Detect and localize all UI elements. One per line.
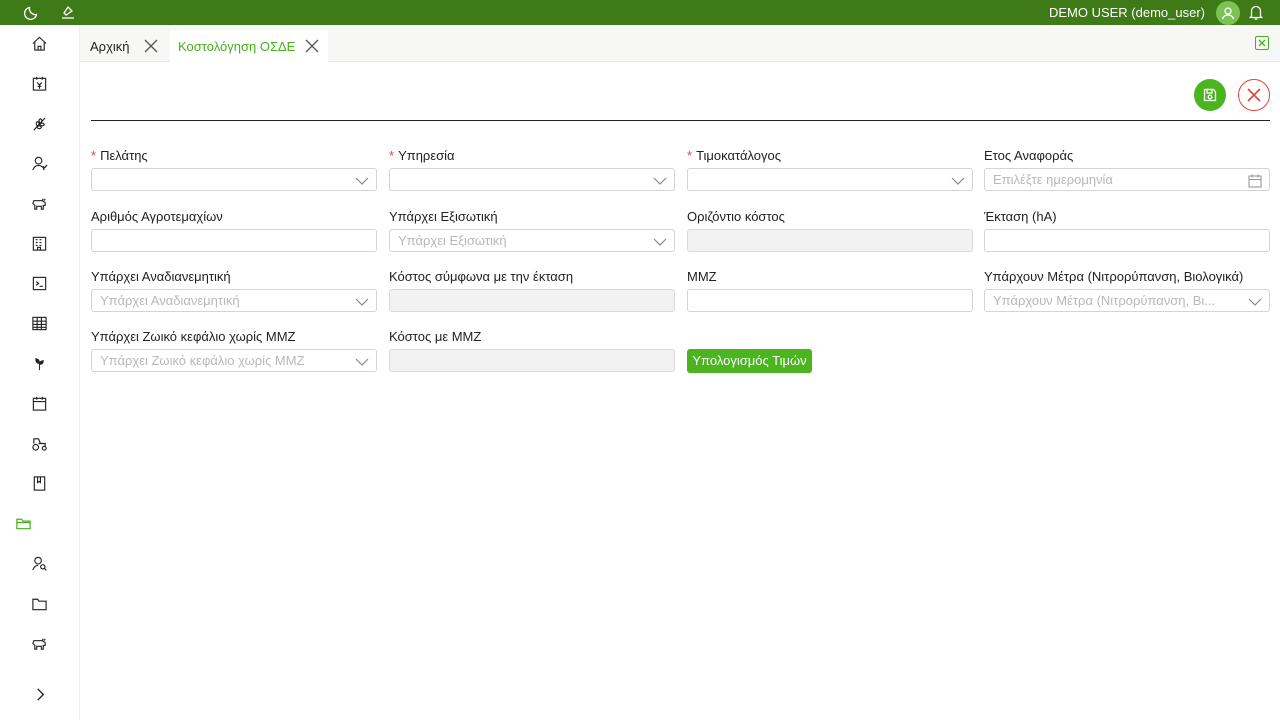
cow-icon[interactable]	[29, 193, 49, 213]
save-button[interactable]	[1194, 79, 1226, 111]
tab-label: Κοστολόγηση ΟΣΔΕ	[178, 38, 296, 54]
calculate-prices-button[interactable]: Υπολογισμός Τιμών	[687, 349, 812, 373]
chevron-down-icon	[355, 173, 369, 187]
service-select[interactable]	[389, 168, 675, 191]
measures-label: Υπάρχουν Μέτρα (Νιτρορύπανση, Βιολογικά)	[984, 269, 1244, 284]
close-icon	[1247, 88, 1261, 102]
measures-select[interactable]: Υπάρχουν Μέτρα (Νιτρορύπανση, Βι...	[984, 289, 1270, 312]
chevron-down-icon	[653, 173, 667, 187]
chevron-down-icon	[653, 234, 667, 248]
excel-icon[interactable]	[1255, 36, 1269, 50]
area-input[interactable]	[984, 229, 1270, 252]
redistributive-placeholder: Υπάρχει Αναδιανεμητική	[100, 293, 240, 308]
user-name[interactable]: DEMO USER (demo_user)	[1049, 0, 1205, 25]
ref-year-label: Ετος Αναφοράς	[984, 148, 1074, 163]
home-icon[interactable]	[29, 33, 49, 53]
chevron-down-icon	[1248, 294, 1262, 308]
save-icon	[1203, 88, 1217, 102]
tab-label: Αρχική	[90, 38, 130, 54]
mmz-label: ΜΜΖ	[687, 269, 717, 284]
tab-home[interactable]: Αρχική	[80, 30, 170, 62]
customer-select[interactable]	[91, 168, 377, 191]
area-cost-input	[389, 289, 675, 312]
area-cost-label: Κόστος σύμφωνα με την έκταση	[389, 269, 574, 284]
ref-year-datepicker[interactable]: Επιλέξτε ημερομηνία	[984, 168, 1270, 191]
equalizing-label: Υπάρχει Εξισωτική	[389, 209, 498, 224]
close-icon[interactable]	[144, 39, 158, 53]
top-bar: DEMO USER (demo_user)	[0, 0, 1280, 25]
ref-year-placeholder: Επιλέξτε ημερομηνία	[993, 172, 1113, 187]
livestock-placeholder: Υπάρχει Ζωικό κεφάλιο χωρίς ΜΜΖ	[100, 353, 305, 368]
mmz-cost-input	[389, 349, 675, 372]
chevron-down-icon	[951, 173, 965, 187]
building-icon[interactable]	[29, 233, 49, 253]
wheat-icon[interactable]	[29, 113, 49, 133]
folder-icon-active[interactable]	[13, 513, 33, 533]
bell-icon[interactable]	[1248, 3, 1264, 21]
pricelist-label: * Τιμοκατάλογος	[687, 148, 781, 163]
horizontal-cost-input	[687, 229, 973, 252]
redistributive-select[interactable]: Υπάρχει Αναδιανεμητική	[91, 289, 377, 312]
moon-icon[interactable]	[22, 2, 42, 22]
avatar[interactable]	[1216, 1, 1240, 25]
equalizing-placeholder: Υπάρχει Εξισωτική	[398, 233, 507, 248]
customer-label: * Πελάτης	[91, 148, 148, 163]
parcels-count-label: Αριθμός Αγροτεμαχίων	[91, 209, 223, 224]
user-icon[interactable]	[29, 153, 49, 173]
calendar-icon[interactable]	[29, 393, 49, 413]
user-search-icon[interactable]	[29, 553, 49, 573]
yen-calendar-icon[interactable]	[29, 73, 49, 93]
calendar-icon	[1248, 173, 1262, 188]
chevron-right-icon[interactable]	[30, 684, 50, 704]
book-icon[interactable]	[29, 473, 49, 493]
pricelist-select[interactable]	[687, 168, 973, 191]
mmz-input[interactable]	[687, 289, 973, 312]
mmz-cost-label: Κόστος με ΜΜΖ	[389, 329, 482, 344]
chevron-down-icon	[355, 294, 369, 308]
measures-placeholder: Υπάρχουν Μέτρα (Νιτρορύπανση, Βι...	[993, 293, 1216, 308]
livestock-label: Υπάρχει Ζωικό κεφάλιο χωρίς ΜΜΖ	[91, 329, 296, 344]
livestock-select[interactable]: Υπάρχει Ζωικό κεφάλιο χωρίς ΜΜΖ	[91, 349, 377, 372]
folder-icon[interactable]	[29, 593, 49, 613]
sidebar	[0, 25, 80, 720]
equalizing-select[interactable]: Υπάρχει Εξισωτική	[389, 229, 675, 252]
horizontal-cost-label: Οριζόντιο κόστος	[687, 209, 785, 224]
terminal-icon[interactable]	[29, 273, 49, 293]
divider	[91, 120, 1270, 121]
area-label: Έκταση (hA)	[984, 209, 1057, 224]
chevron-down-icon	[355, 354, 369, 368]
tab-bar: Αρχική Κοστολόγηση ΟΣΔΕ	[80, 25, 1280, 62]
service-label: * Υπηρεσία	[389, 148, 455, 163]
close-button[interactable]	[1238, 79, 1270, 111]
redistributive-label: Υπάρχει Αναδιανεμητική	[91, 269, 231, 284]
parcels-count-input[interactable]	[91, 229, 377, 252]
tab-osde-costing[interactable]: Κοστολόγηση ΟΣΔΕ	[170, 30, 328, 62]
close-icon[interactable]	[305, 39, 319, 53]
cow-icon-2[interactable]	[29, 633, 49, 653]
table-icon[interactable]	[29, 313, 49, 333]
plant-icon[interactable]	[29, 353, 49, 373]
tractor-icon[interactable]	[29, 433, 49, 453]
theme-icon[interactable]	[58, 2, 78, 22]
